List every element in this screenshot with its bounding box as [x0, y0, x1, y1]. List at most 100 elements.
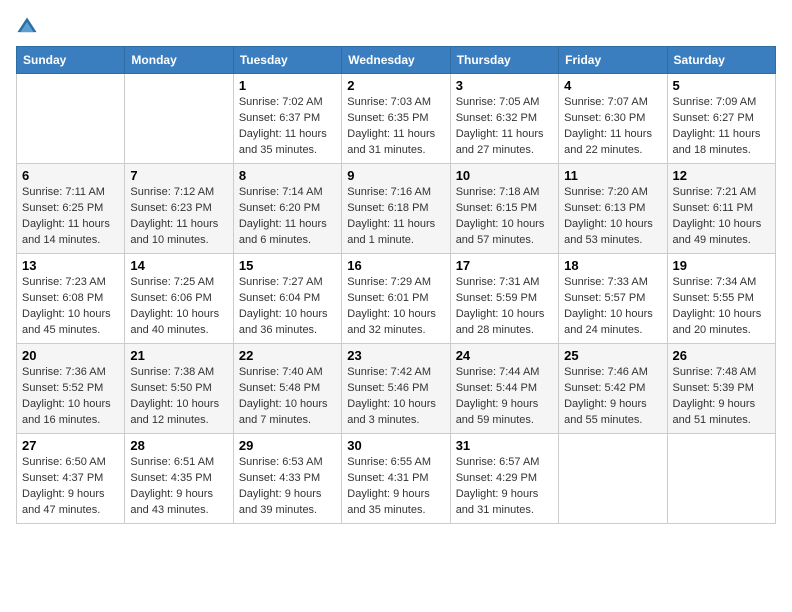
header-cell-saturday: Saturday [667, 47, 775, 74]
calendar-cell: 28Sunrise: 6:51 AMSunset: 4:35 PMDayligh… [125, 434, 233, 524]
cell-text-line: Daylight: 11 hours and 27 minutes. [456, 128, 544, 156]
cell-text-line: Sunset: 6:27 PM [673, 112, 754, 124]
cell-text-line: Sunset: 5:48 PM [239, 382, 320, 394]
cell-text-line: Daylight: 9 hours and 47 minutes. [22, 488, 105, 516]
cell-content: Sunrise: 7:48 AMSunset: 5:39 PMDaylight:… [673, 365, 770, 429]
cell-text-line: Sunrise: 7:21 AM [673, 186, 757, 198]
cell-text-line: Daylight: 11 hours and 1 minute. [347, 218, 435, 246]
calendar-cell: 6Sunrise: 7:11 AMSunset: 6:25 PMDaylight… [17, 164, 125, 254]
day-number: 18 [564, 258, 661, 273]
cell-text-line: Sunrise: 6:55 AM [347, 456, 431, 468]
day-number: 13 [22, 258, 119, 273]
cell-text-line: Daylight: 10 hours and 53 minutes. [564, 218, 653, 246]
cell-text-line: Daylight: 10 hours and 45 minutes. [22, 308, 111, 336]
calendar-cell: 18Sunrise: 7:33 AMSunset: 5:57 PMDayligh… [559, 254, 667, 344]
cell-content: Sunrise: 7:44 AMSunset: 5:44 PMDaylight:… [456, 365, 553, 429]
cell-text-line: Daylight: 11 hours and 6 minutes. [239, 218, 327, 246]
week-row-2: 6Sunrise: 7:11 AMSunset: 6:25 PMDaylight… [17, 164, 776, 254]
cell-text-line: Sunrise: 7:36 AM [22, 366, 106, 378]
cell-text-line: Sunset: 5:42 PM [564, 382, 645, 394]
calendar-cell: 7 Sunrise: 7:12 AMSunset: 6:23 PMDaylight… [125, 164, 233, 254]
cell-text-line: Sunset: 4:35 PM [130, 472, 211, 484]
cell-text-line: Sunset: 5:55 PM [673, 292, 754, 304]
calendar-cell: 27 Sunrise: 6:50 AMSunset: 4:37 PMDayligh… [17, 434, 125, 524]
cell-text-line: Daylight: 10 hours and 32 minutes. [347, 308, 436, 336]
cell-text-line: Sunrise: 7:20 AM [564, 186, 648, 198]
cell-text-line: Daylight: 10 hours and 7 minutes. [239, 398, 328, 426]
cell-text-line: Daylight: 9 hours and 35 minutes. [347, 488, 430, 516]
calendar-cell: 8 Sunrise: 7:14 AM Sunset: 6:20 PM Daylight… [233, 164, 341, 254]
calendar-cell: 19 Sunrise: 7:34 AMSunset: 5:55 PMDayligh… [667, 254, 775, 344]
calendar-cell: 25Sunrise: 7:46 AMSunset: 5:42 PMDayligh… [559, 344, 667, 434]
cell-text-line: Sunset: 6:15 PM [456, 202, 537, 214]
cell-text-line: Sunrise: 7:46 AM [564, 366, 648, 378]
cell-text-line: Sunrise: 7:14 AM [239, 186, 323, 198]
day-number: 29 [239, 438, 336, 453]
cell-content: Sunrise: 7:34 AMSunset: 5:55 PMDaylight:… [673, 275, 770, 339]
calendar-body: 1Sunrise: 7:02 AMSunset: 6:37 PMDaylight… [17, 74, 776, 524]
day-number: 8 [239, 168, 336, 183]
cell-text-line: Sunset: 6:25 PM [22, 202, 103, 214]
day-number: 6 [22, 168, 119, 183]
cell-text-line: Daylight: 10 hours and 16 minutes. [22, 398, 111, 426]
cell-text-line: Sunrise: 7:27 AM [239, 276, 323, 288]
cell-text-line: Daylight: 10 hours and 40 minutes. [130, 308, 219, 336]
cell-text-line: Sunset: 6:01 PM [347, 292, 428, 304]
cell-content: Sunrise: 6:50 AMSunset: 4:37 PMDaylight:… [22, 455, 119, 519]
cell-text-line: Sunrise: 7:07 AM [564, 96, 648, 108]
cell-text-line: Sunset: 6:18 PM [347, 202, 428, 214]
day-number: 2 [347, 78, 444, 93]
cell-text-line: Sunrise: 7:29 AM [347, 276, 431, 288]
cell-text-line: Sunrise: 7:44 AM [456, 366, 540, 378]
cell-content: Sunrise: 7:12 AMSunset: 6:23 PMDaylight:… [130, 185, 227, 249]
cell-text-line: Sunset: 5:50 PM [130, 382, 211, 394]
cell-content: Sunrise: 7:29 AM Sunset: 6:01 PM Daylight:… [347, 275, 444, 339]
day-number: 11 [564, 168, 661, 183]
header-row: SundayMondayTuesdayWednesdayThursdayFrid… [17, 47, 776, 74]
calendar-cell: 3Sunrise: 7:05 AMSunset: 6:32 PMDaylight… [450, 74, 558, 164]
cell-content: Sunrise: 7:46 AMSunset: 5:42 PMDaylight:… [564, 365, 661, 429]
calendar-cell: 14 Sunrise: 7:25 AMSunset: 6:06 PMDayligh… [125, 254, 233, 344]
header-cell-friday: Friday [559, 47, 667, 74]
week-row-1: 1Sunrise: 7:02 AMSunset: 6:37 PMDaylight… [17, 74, 776, 164]
calendar-cell: 5Sunrise: 7:09 AMSunset: 6:27 PMDaylight… [667, 74, 775, 164]
week-row-4: 20Sunrise: 7:36 AMSunset: 5:52 PMDayligh… [17, 344, 776, 434]
calendar-cell: 17Sunrise: 7:31 AMSunset: 5:59 PMDayligh… [450, 254, 558, 344]
cell-text-line: Sunrise: 7:02 AM [239, 96, 323, 108]
calendar-cell: 2Sunrise: 7:03 AMSunset: 6:35 PMDaylight… [342, 74, 450, 164]
day-number: 21 [130, 348, 227, 363]
calendar-cell: 29 Sunrise: 6:53 AM Sunset: 4:33 PM Dayligh… [233, 434, 341, 524]
day-number: 3 [456, 78, 553, 93]
cell-content: Sunrise: 7:23 AMSunset: 6:08 PMDaylight:… [22, 275, 119, 339]
week-row-5: 27 Sunrise: 6:50 AMSunset: 4:37 PMDayligh… [17, 434, 776, 524]
cell-text-line: Daylight: 11 hours and 31 minutes. [347, 128, 435, 156]
day-number: 20 [22, 348, 119, 363]
cell-text-line: Sunset: 6:20 PM [239, 202, 320, 214]
day-number: 19 [673, 258, 770, 273]
calendar-cell: 21Sunrise: 7:38 AMSunset: 5:50 PMDayligh… [125, 344, 233, 434]
cell-text-line: Sunrise: 7:09 AM [673, 96, 757, 108]
cell-text-line: Sunrise: 6:53 AM [239, 456, 323, 468]
calendar-cell: 10Sunrise: 7:18 AMSunset: 6:15 PMDayligh… [450, 164, 558, 254]
day-number: 14 [130, 258, 227, 273]
cell-text-line: Sunset: 6:30 PM [564, 112, 645, 124]
cell-text-line: Sunrise: 7:03 AM [347, 96, 431, 108]
cell-text-line: Sunset: 6:37 PM [239, 112, 320, 124]
day-number: 7 [130, 168, 227, 183]
cell-text-line: Sunrise: 7:18 AM [456, 186, 540, 198]
calendar-cell: 24Sunrise: 7:44 AMSunset: 5:44 PMDayligh… [450, 344, 558, 434]
calendar-cell: 30Sunrise: 6:55 AMSunset: 4:31 PMDayligh… [342, 434, 450, 524]
cell-text-line: Sunset: 4:33 PM [239, 472, 320, 484]
cell-text-line: Sunrise: 7:33 AM [564, 276, 648, 288]
cell-content: Sunrise: 7:25 AMSunset: 6:06 PMDaylight:… [130, 275, 227, 339]
calendar-header: SundayMondayTuesdayWednesdayThursdayFrid… [17, 47, 776, 74]
calendar-cell: 12Sunrise: 7:21 AMSunset: 6:11 PMDayligh… [667, 164, 775, 254]
calendar-cell: 22Sunrise: 7:40 AMSunset: 5:48 PMDayligh… [233, 344, 341, 434]
week-row-3: 13 Sunrise: 7:23 AMSunset: 6:08 PMDayligh… [17, 254, 776, 344]
calendar-cell: 1Sunrise: 7:02 AMSunset: 6:37 PMDaylight… [233, 74, 341, 164]
calendar-cell [559, 434, 667, 524]
cell-text-line: Daylight: 9 hours and 39 minutes. [239, 488, 322, 516]
cell-content: Sunrise: 6:53 AM Sunset: 4:33 PM Daylight:… [239, 455, 336, 519]
cell-text-line: Sunset: 5:46 PM [347, 382, 428, 394]
day-number: 27 [22, 438, 119, 453]
